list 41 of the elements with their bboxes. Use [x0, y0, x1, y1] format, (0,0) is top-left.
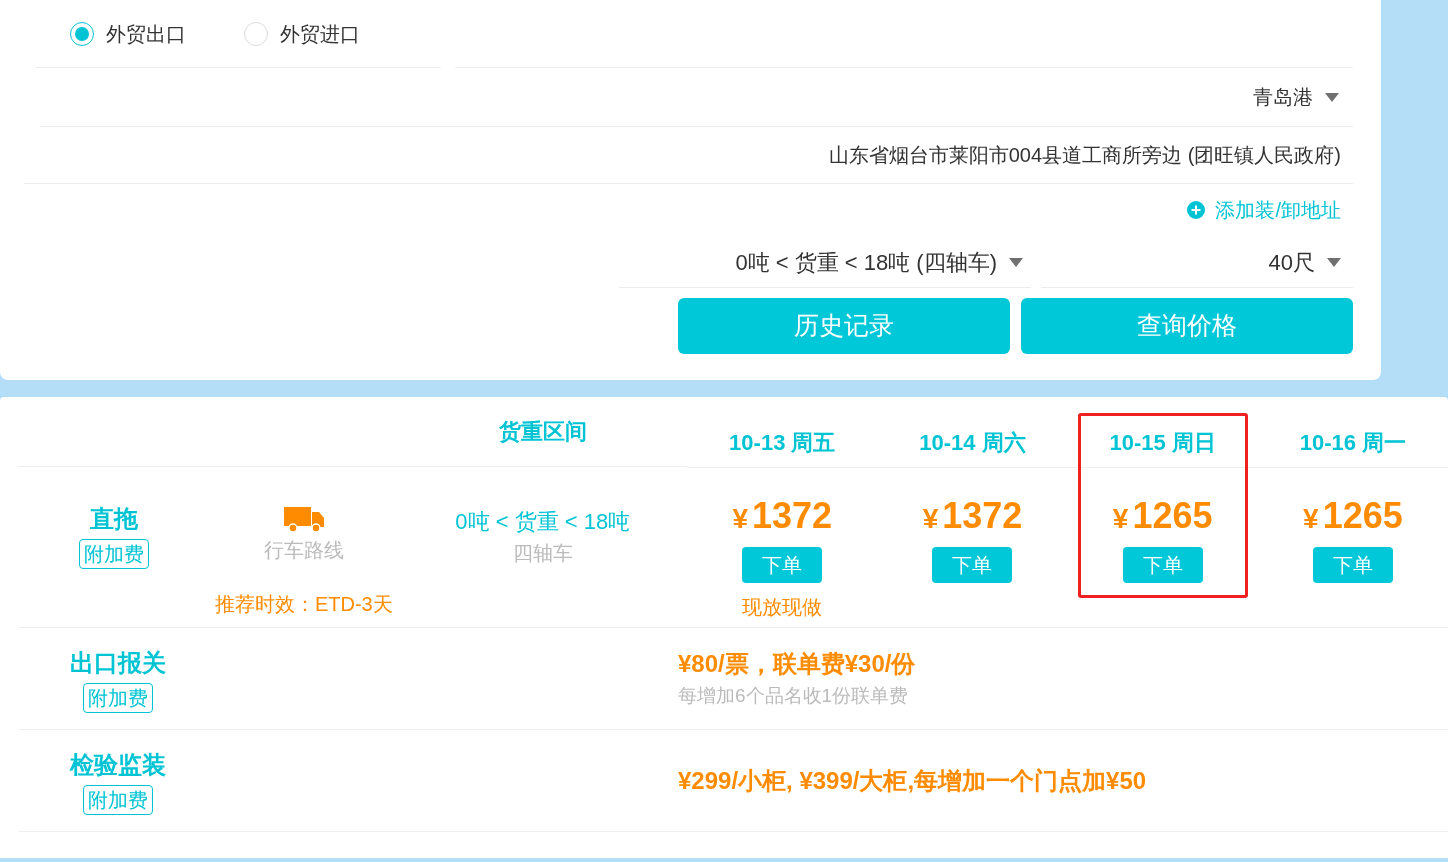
order-button[interactable]: 下单	[1122, 547, 1203, 583]
weight-range: 0吨 < 货重 < 18吨	[455, 507, 631, 536]
date-header[interactable]: 10-16 周一	[1299, 425, 1407, 459]
truck-icon	[283, 507, 324, 533]
service-name: 直拖	[89, 504, 138, 534]
service-name: 出口报关	[70, 647, 166, 678]
container-select[interactable]: 40尺	[1041, 237, 1353, 288]
plus-circle-icon	[1187, 201, 1206, 219]
price: ¥1265	[1112, 494, 1213, 538]
service-name: 检验监装	[70, 749, 166, 780]
port-select[interactable]: 青岛港	[40, 68, 1353, 127]
action-button[interactable]: 历史记录	[678, 298, 1010, 354]
date-header[interactable]: 10-13 周五	[729, 425, 836, 459]
order-button[interactable]: 下单	[742, 547, 823, 583]
fee-note: 每增加6个品名收1份联单费	[678, 684, 910, 709]
fee-price: ¥299/小柜, ¥399/大柜,每增加一个门点加¥50	[678, 765, 1148, 796]
surcharge-tag[interactable]: 附加费	[83, 682, 153, 713]
trade-type-radio[interactable]: 外贸进口	[244, 18, 360, 49]
surcharge-tag[interactable]: 附加费	[83, 784, 153, 815]
price: ¥1372	[732, 494, 833, 538]
weight-select[interactable]: 0吨 < 货重 < 18吨 (四轴车)	[619, 237, 1031, 288]
surcharge-tag[interactable]: 附加费	[78, 539, 149, 569]
address-field[interactable]: 山东省烟台市莱阳市004县道工商所旁边 (团旺镇人民政府)	[24, 127, 1353, 184]
order-button[interactable]: 下单	[932, 547, 1013, 583]
price-note: 现放现做	[742, 595, 823, 620]
caret-icon	[1009, 257, 1023, 267]
column-header: 货重区间	[498, 418, 587, 446]
date-header[interactable]: 10-15 周日	[1109, 425, 1216, 459]
caret-icon	[1325, 92, 1339, 102]
add-address-link[interactable]: 添加装/卸地址	[1187, 195, 1341, 225]
route-link[interactable]: 行车路线	[263, 535, 344, 565]
caret-icon	[1327, 257, 1341, 267]
eta-text: 推荐时效：ETD-3天	[214, 592, 393, 617]
vehicle-type: 四轴车	[512, 540, 573, 566]
trade-type-radio[interactable]: 外贸出口	[70, 18, 186, 49]
date-header[interactable]: 10-14 周六	[919, 425, 1026, 459]
action-button[interactable]: 查询价格	[1021, 298, 1353, 354]
order-button[interactable]: 下单	[1312, 547, 1393, 583]
fee-price: ¥80/票，联单费¥30/份	[678, 649, 917, 680]
price: ¥1372	[922, 494, 1023, 538]
price: ¥1265	[1303, 494, 1403, 538]
